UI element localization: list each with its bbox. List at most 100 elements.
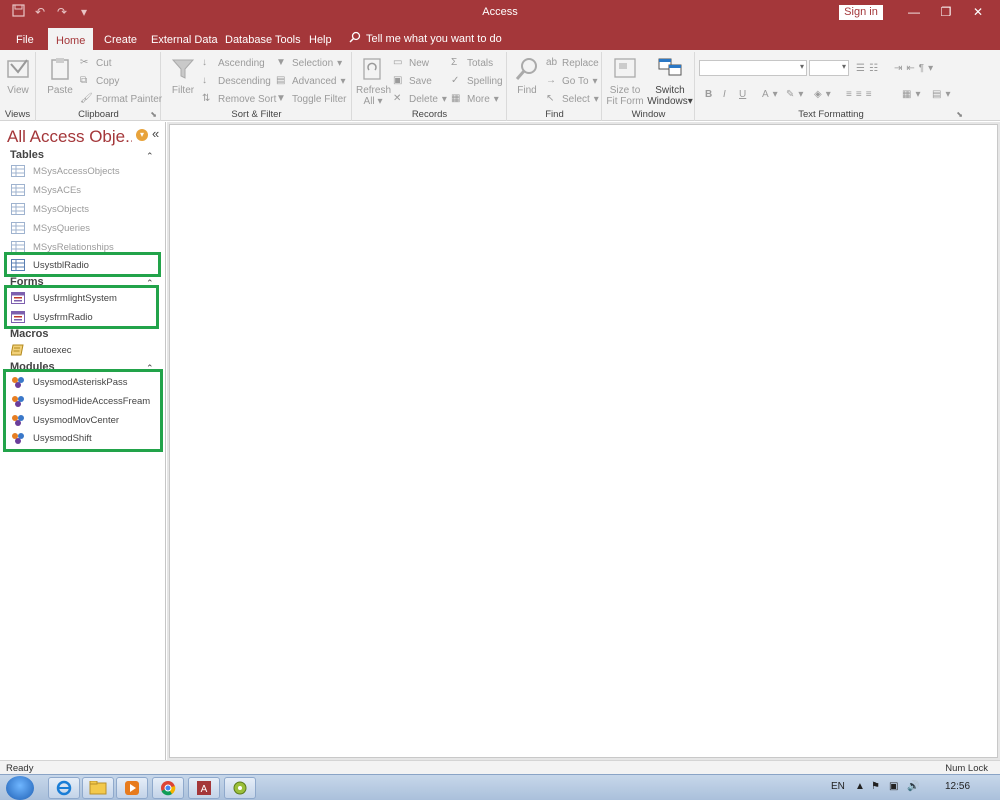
underline-button[interactable]: U	[739, 86, 746, 102]
start-button[interactable]	[6, 776, 34, 800]
replace-button[interactable]: ab Replace	[546, 55, 599, 71]
new-label: New	[409, 57, 430, 69]
chevron-down-icon: ▾	[915, 88, 921, 100]
highlight-box	[3, 369, 163, 452]
alternate-row-color-button[interactable]: ▤ ▾	[932, 86, 950, 102]
chevron-down-icon: ▾	[799, 62, 804, 71]
bold-button[interactable]: B	[705, 86, 712, 102]
descending-button[interactable]: ↓ Descending	[202, 73, 271, 89]
save-label: Save	[409, 75, 432, 87]
list-item[interactable]: MSysObjects	[11, 200, 89, 218]
indent-buttons[interactable]: ⇥ ⇤ ¶ ▾	[894, 60, 933, 76]
document-area[interactable]	[169, 124, 998, 758]
action-center-icon[interactable]: ⚑	[871, 781, 880, 792]
filter-button[interactable]: Filter	[168, 56, 198, 96]
totals-button[interactable]: Σ Totals	[451, 55, 493, 71]
media-player-icon[interactable]	[116, 777, 148, 799]
highlight-button[interactable]: ✎ ▾	[786, 86, 803, 102]
restore-button[interactable]: ❐	[936, 3, 956, 21]
copy-button[interactable]: ⧉ Copy	[80, 73, 119, 89]
status-bar: Ready Num Lock	[0, 760, 1000, 774]
list-item[interactable]: MSysAccessObjects	[11, 162, 120, 180]
find-button[interactable]: Find	[512, 56, 542, 96]
ribbon-tabs: File Home Create External Data Database …	[0, 25, 1000, 50]
clipboard-launcher-icon[interactable]: ⬊	[150, 110, 157, 119]
tab-file[interactable]: File	[8, 30, 42, 50]
cut-button[interactable]: ✂ Cut	[80, 55, 112, 71]
fill-color-button[interactable]: ◈ ▾	[814, 86, 831, 102]
tell-me-search[interactable]: Tell me what you want to do	[349, 31, 502, 46]
refresh-all-button[interactable]: Refresh All ▾	[356, 56, 391, 107]
magnifier-icon	[515, 58, 537, 80]
sort-filter-group-label: Sort & Filter	[231, 109, 282, 120]
toggle-filter-button[interactable]: ▼ Toggle Filter	[276, 91, 346, 107]
go-to-button[interactable]: → Go To ▾	[546, 73, 598, 89]
remove-sort-button[interactable]: ⇅ Remove Sort	[202, 91, 276, 107]
bullet-list-icon: ☰	[856, 62, 865, 74]
section-macros[interactable]: Macros	[10, 328, 49, 340]
italic-button[interactable]: I	[723, 86, 726, 102]
nav-pane-title[interactable]: All Access Obje...	[7, 127, 132, 147]
show-hidden-icons-icon[interactable]: ▲	[855, 781, 865, 792]
delete-record-button[interactable]: ✕ Delete ▾	[393, 91, 447, 107]
switch-windows-button[interactable]: Switch Windows▾	[647, 56, 693, 107]
nav-menu-chevron-icon[interactable]: ▾	[136, 129, 148, 141]
spelling-button[interactable]: ✓ Spelling	[451, 73, 503, 89]
remove-sort-icon: ⇅	[202, 93, 211, 104]
paste-button[interactable]: Paste	[45, 56, 75, 96]
scissors-icon: ✂	[80, 57, 89, 68]
tab-external-data[interactable]: External Data	[143, 30, 226, 50]
replace-icon: ab	[546, 57, 558, 68]
font-color-button[interactable]: A ▾	[762, 86, 778, 102]
paste-icon	[51, 58, 69, 80]
tab-help[interactable]: Help	[301, 30, 340, 50]
chevron-down-icon: ▾	[945, 88, 951, 100]
more-button[interactable]: ▦ More ▾	[451, 91, 499, 107]
list-buttons[interactable]: ☰ ☷	[856, 60, 878, 76]
minimize-button[interactable]: —	[904, 3, 924, 21]
selection-filter-icon: ▼	[276, 57, 286, 68]
tab-create[interactable]: Create	[96, 30, 145, 50]
svg-text:A: A	[201, 784, 208, 795]
collapse-pane-icon[interactable]: «	[152, 126, 159, 141]
format-painter-label: Format Painter	[96, 93, 163, 105]
save-record-button[interactable]: ▣ Save	[393, 73, 432, 89]
network-icon[interactable]: ▣	[889, 781, 898, 792]
gridlines-button[interactable]: ▦ ▾	[902, 86, 920, 102]
font-name-combo[interactable]: ▾	[699, 60, 807, 76]
close-button[interactable]: ✕	[968, 3, 988, 21]
list-item[interactable]: autoexec	[10, 341, 72, 359]
explorer-icon[interactable]	[82, 777, 114, 799]
chevron-down-icon: ▾	[337, 57, 343, 69]
chrome-icon[interactable]	[152, 777, 184, 799]
format-painter-button[interactable]: 🖌 Format Painter	[80, 91, 162, 107]
ie-icon[interactable]	[48, 777, 80, 799]
access-icon[interactable]: A	[188, 777, 220, 799]
select-button[interactable]: ↖ Select ▾	[546, 91, 599, 107]
section-tables[interactable]: Tables	[10, 149, 44, 161]
align-buttons[interactable]: ≡ ≡ ≡	[846, 86, 872, 102]
tool-icon[interactable]	[224, 777, 256, 799]
new-record-button[interactable]: ▭ New	[393, 55, 429, 71]
ascending-button[interactable]: ↓ Ascending	[202, 55, 265, 71]
group-window: Size to Fit Form Switch Windows▾ Window	[603, 52, 695, 121]
group-records: Refresh All ▾ ▭ New ▣ Save ✕ Delete ▾ Σ Totals…	[353, 52, 507, 121]
tab-database-tools[interactable]: Database Tools	[217, 30, 309, 50]
view-button[interactable]: View	[4, 56, 32, 96]
text-formatting-launcher-icon[interactable]: ⬊	[956, 110, 963, 119]
language-indicator[interactable]: EN	[831, 781, 845, 792]
size-to-fit-form-button[interactable]: Size to Fit Form	[605, 56, 645, 107]
selection-button[interactable]: ▼ Selection ▾	[276, 55, 342, 71]
table-icon	[11, 222, 25, 234]
list-item[interactable]: MSysQueries	[11, 219, 90, 237]
font-size-combo[interactable]: ▾	[809, 60, 849, 76]
sign-in-button[interactable]: Sign in	[839, 5, 883, 20]
list-item[interactable]: MSysACEs	[11, 181, 81, 199]
filter-label: Filter	[171, 85, 195, 96]
clock[interactable]: 12:56	[945, 781, 970, 792]
tab-home[interactable]: Home	[48, 28, 94, 50]
item-label: MSysAccessObjects	[33, 165, 120, 177]
advanced-button[interactable]: ▤ Advanced ▾	[276, 73, 346, 89]
collapse-section-icon[interactable]: ⌃	[146, 151, 154, 162]
volume-icon[interactable]: 🔊	[907, 781, 919, 792]
